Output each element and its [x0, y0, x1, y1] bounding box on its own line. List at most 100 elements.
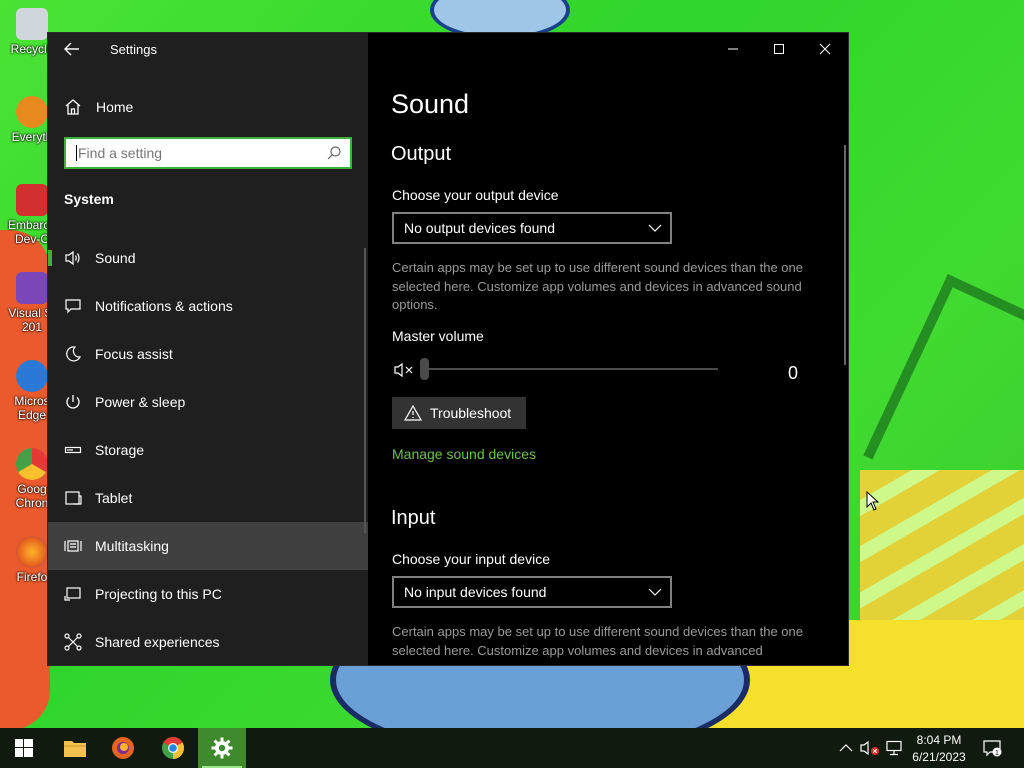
- warning-icon: [404, 405, 422, 421]
- desktop-icon-label: Firefo: [16, 570, 48, 584]
- output-heading: Output: [391, 143, 452, 165]
- text-caret: [76, 145, 77, 161]
- desktop-icon-label: Everyth: [11, 130, 53, 144]
- home-label: Home: [96, 99, 134, 115]
- sidebar-item-focus-assist[interactable]: Focus assist: [48, 330, 368, 378]
- taskbar-file-explorer[interactable]: [51, 728, 99, 768]
- mouse-cursor-icon: [866, 491, 880, 511]
- clock-time: 8:04 PM: [916, 733, 962, 747]
- input-device-value: No input devices found: [404, 584, 547, 600]
- volume-tray-button[interactable]: [860, 738, 880, 758]
- settings-window: Settings Home Find a setting System Soun…: [48, 33, 848, 665]
- taskbar-firefox[interactable]: [99, 728, 147, 768]
- recycle-bin-icon: [16, 8, 48, 40]
- sidebar-item-notifications[interactable]: Notifications & actions: [48, 282, 368, 330]
- taskbar-clock[interactable]: 8:04 PM 6/21/2023: [904, 732, 974, 766]
- sidebar-item-label: Storage: [95, 442, 145, 458]
- sidebar-item-projecting[interactable]: Projecting to this PC: [48, 570, 368, 618]
- desktop-icon-label: Micros Edge: [14, 394, 50, 422]
- search-icon[interactable]: [322, 141, 346, 165]
- visual-studio-icon: [16, 272, 48, 304]
- back-arrow-icon: [64, 42, 79, 56]
- sidebar-home[interactable]: Home: [64, 97, 133, 117]
- folder-icon: [64, 741, 86, 757]
- output-device-value: No output devices found: [404, 220, 555, 236]
- sidebar-item-storage[interactable]: Storage: [48, 426, 368, 474]
- sidebar-item-label: Focus assist: [95, 346, 173, 362]
- master-volume-slider[interactable]: [426, 368, 718, 370]
- speaker-muted-icon: [394, 362, 413, 378]
- settings-sidebar: Settings Home Find a setting System Soun…: [48, 33, 368, 665]
- speaker-icon: [63, 248, 83, 268]
- sidebar-item-label: Shared experiences: [95, 634, 220, 650]
- network-tray-button[interactable]: [884, 738, 904, 758]
- output-device-label: Choose your output device: [392, 187, 559, 203]
- notification-count-badge: 1: [995, 750, 999, 757]
- desktop-icon-label: Goog Chron: [15, 482, 49, 510]
- output-device-dropdown[interactable]: No output devices found: [392, 212, 672, 244]
- input-description: Certain apps may be set up to use differ…: [392, 624, 803, 658]
- input-device-label: Choose your input device: [392, 551, 550, 567]
- taskbar-settings[interactable]: [198, 728, 246, 768]
- sidebar-item-label: Projecting to this PC: [95, 586, 222, 602]
- page-title: Sound: [391, 89, 470, 119]
- content-scrollbar[interactable]: [844, 145, 846, 365]
- sidebar-item-tablet[interactable]: Tablet: [48, 474, 368, 522]
- input-device-dropdown[interactable]: No input devices found: [392, 576, 672, 608]
- start-button[interactable]: [0, 728, 48, 768]
- back-button[interactable]: [62, 41, 82, 57]
- clock-date: 6/21/2023: [912, 750, 966, 764]
- section-label-system: System: [64, 191, 114, 207]
- sidebar-item-multitasking[interactable]: Multitasking: [48, 522, 368, 570]
- master-volume-slider-thumb[interactable]: [420, 358, 429, 380]
- desktop-icon-label: Recycle: [10, 42, 54, 56]
- everything-icon: [16, 96, 48, 128]
- sidebar-scrollbar[interactable]: [364, 248, 366, 533]
- manage-sound-devices-link[interactable]: Manage sound devices: [392, 446, 536, 462]
- speaker-muted-icon: [860, 740, 879, 756]
- input-heading: Input: [391, 507, 436, 529]
- sidebar-item-shared-experiences[interactable]: Shared experiences: [48, 618, 368, 665]
- chrome-icon: [16, 448, 48, 480]
- projecting-icon: [63, 584, 83, 604]
- network-icon: [886, 740, 902, 756]
- sidebar-item-label: Sound: [95, 250, 136, 266]
- chevron-up-icon: [839, 744, 853, 752]
- sidebar-item-label: Power & sleep: [95, 394, 186, 410]
- taskbar-chrome[interactable]: [149, 728, 197, 768]
- embarcadero-icon: [16, 184, 48, 216]
- output-description: Certain apps may be set up to use differ…: [392, 260, 803, 312]
- sidebar-item-power-sleep[interactable]: Power & sleep: [48, 378, 368, 426]
- sidebar-item-label: Tablet: [95, 490, 133, 506]
- sound-settings-page: Sound Output Choose your output device N…: [368, 33, 848, 665]
- multitasking-icon: [63, 536, 83, 556]
- settings-search-input[interactable]: Find a setting: [64, 137, 352, 169]
- show-hidden-icons-button[interactable]: [836, 738, 856, 758]
- sidebar-item-label: Multitasking: [95, 538, 169, 554]
- sidebar-item-sound[interactable]: Sound: [48, 234, 368, 282]
- mute-volume-button[interactable]: [394, 360, 416, 380]
- window-title: Settings: [110, 42, 157, 57]
- sidebar-item-label: Notifications & actions: [95, 298, 233, 314]
- edge-icon: [16, 360, 48, 392]
- troubleshoot-button[interactable]: Troubleshoot: [392, 397, 526, 429]
- search-placeholder: Find a setting: [78, 145, 163, 161]
- chevron-down-icon: [648, 588, 662, 596]
- action-center-button[interactable]: 1: [982, 738, 1002, 758]
- moon-icon: [63, 344, 83, 364]
- windows-start-icon: [15, 739, 33, 757]
- tablet-icon: [63, 488, 83, 508]
- master-volume-label: Master volume: [392, 328, 484, 344]
- shared-experiences-icon: [63, 632, 83, 652]
- home-icon: [64, 98, 82, 116]
- gear-icon: [211, 737, 233, 759]
- power-icon: [63, 392, 83, 412]
- notification-icon: 1: [983, 740, 1002, 757]
- troubleshoot-label: Troubleshoot: [430, 405, 512, 421]
- storage-icon: [63, 440, 83, 460]
- notification-icon: [63, 296, 83, 316]
- volume-value: 0: [788, 363, 799, 383]
- sidebar-nav: Sound Notifications & actions Focus assi…: [48, 234, 368, 665]
- chevron-down-icon: [648, 224, 662, 232]
- firefox-icon: [112, 737, 134, 759]
